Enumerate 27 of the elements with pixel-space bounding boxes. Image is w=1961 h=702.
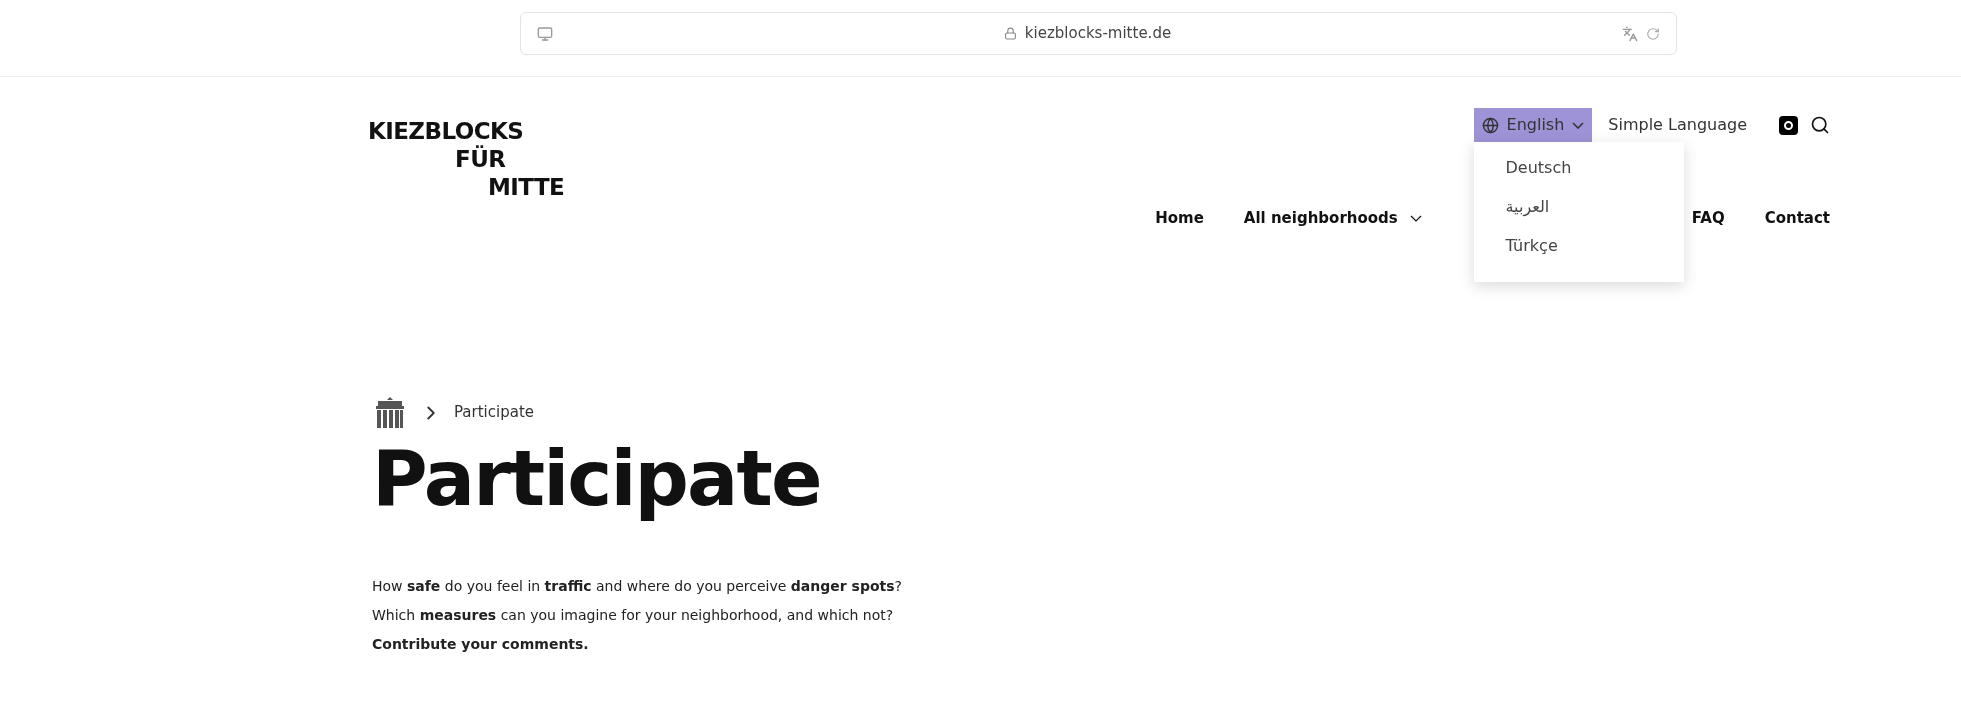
intro-text: Contribute your comments. (372, 634, 590, 654)
lock-icon (1003, 27, 1017, 40)
language-option[interactable]: العربية (1505, 193, 1550, 221)
breadcrumb-current: Participate (454, 402, 535, 424)
nav-link[interactable]: FAQ (1691, 207, 1725, 230)
language-option[interactable]: Deutsch (1505, 154, 1572, 182)
simple-language-link[interactable]: Simple Language (1608, 113, 1747, 137)
chevron-down-icon (1409, 214, 1422, 222)
translate-icon[interactable] (1622, 25, 1638, 42)
intro-text: How safe do you feel in traffic and where do you perceive danger spots? (372, 576, 903, 596)
chevron-down-icon (1572, 121, 1585, 129)
intro-text: Which measures can you imagine for your neighborhood, and which not? (372, 605, 895, 625)
search-icon[interactable] (1810, 115, 1830, 135)
globe-icon (1481, 116, 1499, 134)
site-logo[interactable]: KIEZBLOCKS FÜR MITTE (368, 117, 565, 230)
url-text: kiezblocks-mitte.de (1024, 23, 1172, 45)
nav-link[interactable]: Home (1155, 207, 1204, 230)
logo-text: KIEZBLOCKS (368, 117, 525, 145)
social-icon[interactable] (1779, 115, 1798, 135)
nav-link[interactable]: Contact (1764, 207, 1830, 230)
address-bar[interactable]: kiezblocks-mitte.de (520, 12, 1677, 55)
logo-text: FÜR (455, 145, 507, 173)
sidebar-icon[interactable] (537, 25, 553, 42)
language-option[interactable]: Türkçe (1505, 232, 1558, 260)
logo-text: MITTE (488, 173, 565, 201)
nav-link[interactable]: All neighborhoods (1243, 207, 1422, 230)
language-selector[interactable]: English (1473, 108, 1593, 142)
